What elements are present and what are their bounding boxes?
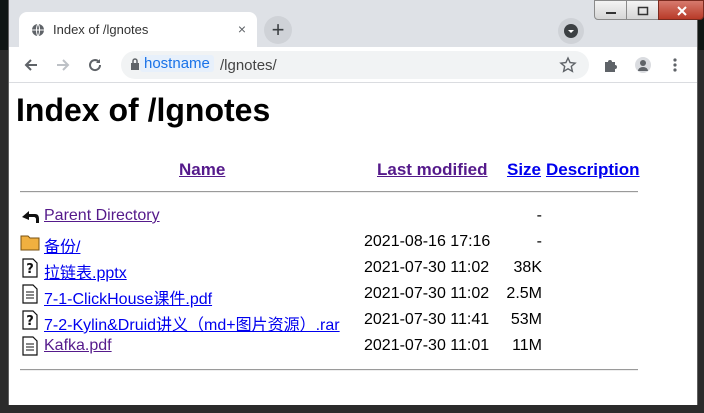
avatar-icon (635, 57, 651, 73)
file-link[interactable]: Parent Directory (44, 207, 160, 225)
maximize-icon (637, 6, 649, 16)
url-host: hostname (140, 55, 214, 72)
folder-icon (20, 232, 40, 252)
file-link[interactable]: 7-1-ClickHouse课件.pdf (44, 285, 212, 309)
list-item: Parent Directory - (9, 204, 697, 230)
list-item: 7-1-ClickHouse课件.pdf 2021-07-30 11:02 2.5M (9, 282, 697, 308)
menu-button[interactable] (663, 53, 687, 77)
browser-toolbar: hostname /lgnotes/ (9, 47, 697, 83)
back-icon (20, 206, 40, 226)
column-description-link[interactable]: Description (546, 160, 640, 180)
file-size: - (536, 233, 542, 250)
arrow-right-icon (57, 59, 70, 71)
tab-search-button[interactable] (558, 18, 584, 44)
file-link[interactable]: 拉链表.pptx (44, 259, 127, 283)
unknown-file-icon: ? (20, 310, 40, 330)
page-title: Index of /lgnotes (16, 92, 271, 128)
globe-icon (32, 23, 44, 37)
chevron-down-icon (564, 24, 578, 38)
modified-date: 2021-07-30 11:02 (364, 285, 490, 302)
reload-button[interactable] (83, 53, 107, 77)
kebab-menu-icon (673, 58, 677, 72)
maximize-button[interactable] (626, 0, 659, 20)
divider (20, 369, 638, 371)
extensions-button[interactable] (599, 53, 623, 77)
url-path: /lgnotes/ (220, 57, 277, 74)
tab-strip: Index of /lgnotes × + (9, 0, 704, 47)
bookmark-star-icon[interactable] (559, 56, 577, 74)
document-icon (20, 336, 40, 356)
file-link[interactable]: 7-2-Kylin&Druid讲义（md+图片资源）.rar (44, 311, 340, 335)
minimize-icon (606, 12, 616, 14)
lock-icon[interactable] (130, 58, 140, 71)
divider (20, 191, 638, 193)
back-button[interactable] (19, 53, 43, 77)
minimize-button[interactable] (594, 0, 627, 20)
page-content: Index of /lgnotes Name Last modified Siz… (9, 84, 697, 405)
list-item: Kafka.pdf 2021-07-30 11:01 11M (9, 334, 697, 360)
modified-date: 2021-07-30 11:02 (364, 259, 490, 276)
forward-button[interactable] (51, 53, 75, 77)
file-link[interactable]: 备份/ (44, 233, 80, 257)
file-size: 2.5M (506, 285, 542, 302)
browser-tab[interactable]: Index of /lgnotes × (19, 12, 257, 47)
close-window-button[interactable] (658, 0, 704, 20)
arrow-left-icon (24, 59, 37, 71)
list-item: 备份/2021-08-16 17:16 - (9, 230, 697, 256)
list-item: ? 拉链表.pptx 2021-07-30 11:02 38K (9, 256, 697, 282)
browser-window: Index of /lgnotes × + hostname /lgnotes/… (8, 0, 704, 405)
modified-date: 2021-08-16 17:16 (364, 233, 491, 250)
file-size: 11M (512, 337, 542, 354)
file-size: - (536, 207, 542, 224)
column-name-link[interactable]: Name (179, 160, 225, 180)
profile-button[interactable] (631, 53, 655, 77)
document-icon (20, 284, 40, 304)
svg-text:?: ? (26, 262, 34, 277)
file-size: 53M (510, 311, 542, 328)
unknown-file-icon: ? (20, 258, 40, 278)
column-size-link[interactable]: Size (507, 160, 541, 180)
close-icon (677, 6, 687, 16)
reload-icon (89, 59, 102, 72)
file-link[interactable]: Kafka.pdf (44, 337, 112, 355)
tab-title: Index of /lgnotes (53, 22, 149, 37)
modified-date: 2021-07-30 11:41 (364, 311, 490, 328)
address-bar[interactable]: hostname /lgnotes/ (121, 51, 589, 79)
file-size: 38K (513, 259, 542, 276)
puzzle-icon (605, 60, 617, 72)
list-item: ? 7-2-Kylin&Druid讲义（md+图片资源）.rar 2021-07-3… (9, 308, 697, 334)
modified-date: 2021-07-30 11:01 (364, 337, 490, 354)
tab-close-icon[interactable]: × (234, 21, 250, 37)
svg-text:?: ? (26, 314, 34, 329)
new-tab-button[interactable]: + (264, 16, 292, 44)
column-modified-link[interactable]: Last modified (377, 160, 488, 180)
